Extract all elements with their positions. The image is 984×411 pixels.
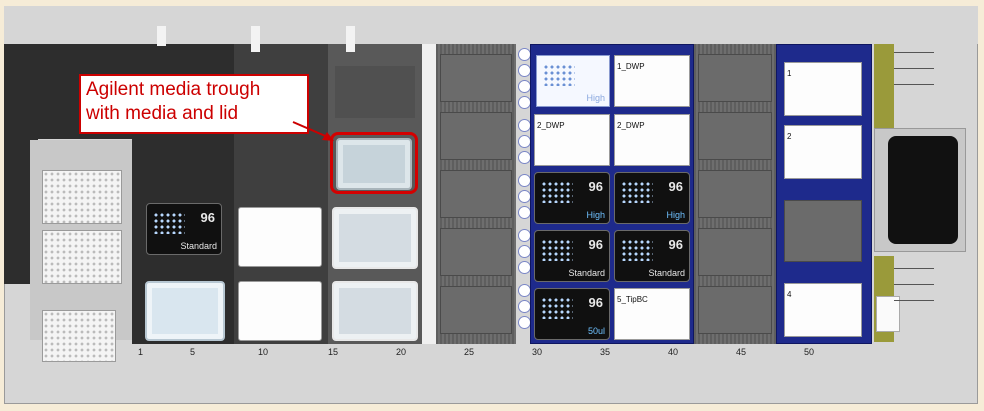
tip-type: Standard [568, 268, 605, 278]
position-4[interactable]: 4 [784, 283, 862, 337]
microplate-stack-1[interactable] [42, 170, 122, 224]
tip-count: 96 [200, 210, 215, 225]
position-1[interactable]: 1 [784, 62, 862, 116]
ruler-40: 40 [668, 347, 679, 357]
tip-type: Standard [648, 268, 685, 278]
carrier-45-slot-2[interactable] [698, 112, 772, 160]
media-trough-highlight [330, 132, 418, 194]
tip-type: 50ul [587, 326, 605, 336]
tip-count: 96 [588, 179, 603, 194]
right-rail-top [874, 44, 894, 136]
right-small-block[interactable] [876, 296, 900, 332]
plate-blank-1[interactable] [238, 207, 322, 267]
ruler-10: 10 [258, 347, 269, 357]
carrier-25-slot-3[interactable] [440, 170, 512, 218]
trough-with-lid-left[interactable] [145, 281, 225, 341]
top-clip-1 [157, 26, 166, 46]
tip-grid-icon [543, 64, 575, 86]
carrier-25-slot-4[interactable] [440, 228, 512, 276]
carrier-slot-top [335, 66, 415, 118]
top-clip-3 [346, 26, 355, 52]
tip-count: 96 [668, 237, 683, 252]
ruler-25: 25 [464, 347, 475, 357]
tiprack-high-top[interactable]: High [536, 55, 610, 107]
tip-grid-icon [621, 181, 653, 203]
tip-type: Standard [180, 241, 217, 251]
position-2[interactable]: 2 [784, 125, 862, 179]
tiprack-high-1[interactable]: 96 High [534, 172, 610, 224]
tip-grid-icon [541, 239, 573, 261]
carrier-45-slot-1[interactable] [698, 54, 772, 102]
top-clip-2 [251, 26, 260, 52]
tip-count: 96 [588, 295, 603, 310]
ruler-45: 45 [736, 347, 747, 357]
tip-count: 96 [588, 237, 603, 252]
callout-line-1: Agilent media trough [86, 79, 261, 100]
ruler-30: 30 [532, 347, 543, 357]
trough-with-lid-2[interactable] [332, 207, 418, 269]
plate-1-dwp[interactable]: 1_DWP [614, 55, 690, 107]
tiprack-standard-2[interactable]: 96 Standard [614, 230, 690, 282]
ruler-35: 35 [600, 347, 611, 357]
tiprack-standard-left[interactable]: 96 Standard [146, 203, 222, 255]
carrier-45-slot-3[interactable] [698, 170, 772, 218]
tiprack-50ul[interactable]: 96 50ul [534, 288, 610, 340]
plate-2-dwp-a[interactable]: 2_DWP [534, 114, 610, 166]
tip-type: High [586, 210, 605, 220]
right-lines [894, 52, 934, 53]
right-device-window [888, 136, 958, 244]
plate-2-dwp-b[interactable]: 2_DWP [614, 114, 690, 166]
carrier-25-slot-5[interactable] [440, 286, 512, 334]
carrier-45-slot-5[interactable] [698, 286, 772, 334]
carrier-25-slot-2[interactable] [440, 112, 512, 160]
callout-line-2: with media and lid [86, 103, 239, 124]
ruler-1: 1 [138, 347, 144, 357]
ruler-50: 50 [804, 347, 815, 357]
separator-dots [518, 46, 531, 344]
microplate-stack-3[interactable] [42, 310, 116, 362]
ruler-20: 20 [396, 347, 407, 357]
callout-arrow [292, 121, 334, 141]
trough-with-lid-3[interactable] [332, 281, 418, 341]
tiprack-standard-1[interactable]: 96 Standard [534, 230, 610, 282]
callout-box: Agilent media trough with media and lid [79, 74, 309, 134]
tip-type: High [586, 93, 605, 103]
position-3-carrier[interactable] [784, 200, 862, 262]
carrier-25-slot-1[interactable] [440, 54, 512, 102]
plate-5-tipbc[interactable]: 5_TipBC [614, 288, 690, 340]
top-band [4, 6, 978, 44]
tiprack-high-2[interactable]: 96 High [614, 172, 690, 224]
microplate-stack-2[interactable] [42, 230, 122, 284]
ruler-5: 5 [190, 347, 196, 357]
carrier-45-slot-4[interactable] [698, 228, 772, 276]
tip-count: 96 [668, 179, 683, 194]
tip-grid-icon [541, 297, 573, 319]
tip-grid-icon [541, 181, 573, 203]
tip-grid-icon [621, 239, 653, 261]
ruler-15: 15 [328, 347, 339, 357]
plate-blank-2[interactable] [238, 281, 322, 341]
tip-type: High [666, 210, 685, 220]
tip-grid-icon [153, 212, 185, 234]
divider-strip [422, 44, 436, 344]
